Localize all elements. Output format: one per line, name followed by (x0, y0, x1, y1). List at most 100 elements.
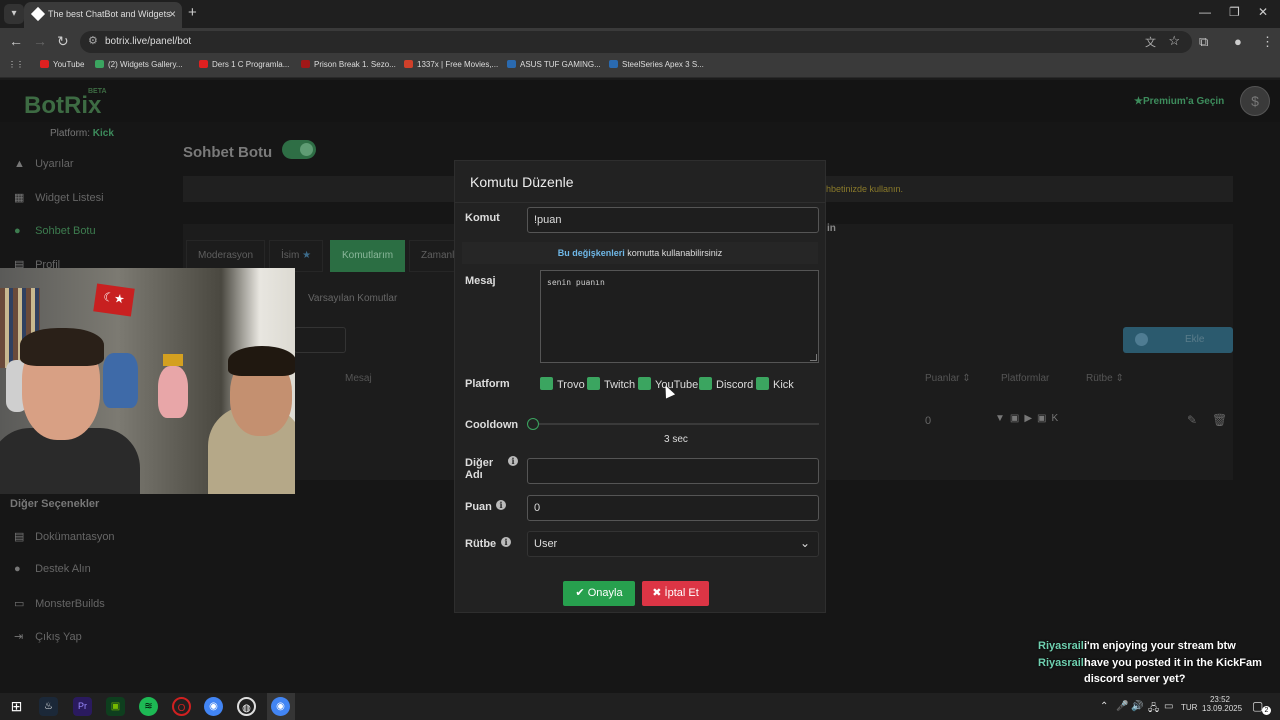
cooldown-label: Cooldown (465, 419, 519, 431)
chrome-icon[interactable]: ◉ (271, 697, 290, 716)
site-icon (609, 60, 618, 68)
bot-enabled-toggle[interactable] (282, 140, 316, 159)
cancel-button[interactable]: ✖ İptal Et (642, 581, 709, 606)
language-indicator[interactable]: TUR (1181, 703, 1197, 712)
bookmark-item[interactable]: Prison Break 1. Sezo... (301, 60, 396, 69)
confirm-button[interactable]: ✔ Onayla (563, 581, 635, 606)
sidebar-item-monsterbuilds[interactable]: ▭ MonsterBuilds (14, 597, 105, 610)
turkish-flag (93, 283, 135, 317)
premiere-icon[interactable]: Pr (73, 697, 92, 716)
sidebar-item-sohbet-botu[interactable]: ● Sohbet Botu (14, 225, 96, 237)
network-icon[interactable]: 🖧 (1148, 701, 1159, 718)
tab-default-commands[interactable]: Varsayılan Komutlar (308, 293, 397, 304)
info-icon[interactable]: i (496, 500, 506, 510)
checkbox-checked-icon (699, 377, 712, 390)
steam-icon[interactable]: ♨ (39, 697, 58, 716)
list-icon: ▦ (14, 192, 25, 204)
avatar[interactable]: $ (1240, 86, 1270, 116)
tab-search-button[interactable]: ▾ (4, 4, 24, 24)
youtube-icon (40, 60, 49, 68)
sidebar-item-cikis[interactable]: ⇥ Çıkış Yap (14, 630, 82, 643)
column-header-message: Mesaj (345, 373, 372, 384)
extensions-icon[interactable]: ⧉ (1199, 34, 1208, 50)
back-icon[interactable]: ← (9, 33, 23, 49)
rank-select[interactable]: User ⌄ (527, 531, 819, 557)
points-input[interactable]: 0 (527, 495, 819, 521)
premium-link[interactable]: ★Premium'a Geçin (1134, 96, 1224, 107)
spotify-icon[interactable]: ≋ (139, 697, 158, 716)
info-icon[interactable]: i (501, 537, 511, 547)
app-header: BotRix BETA ★Premium'a Geçin $ (0, 80, 1280, 122)
column-header-points[interactable]: Puanlar ⇕ (925, 373, 971, 384)
bookmark-star-icon[interactable]: ☆ (1168, 33, 1180, 49)
add-command-button[interactable]: Ekle (1123, 327, 1233, 353)
edit-icon[interactable]: ✎ (1187, 413, 1197, 427)
robot-icon: ● (14, 225, 21, 237)
platform-checkbox-discord[interactable]: Discord (699, 377, 753, 391)
platform-checkbox-twitch[interactable]: Twitch (587, 377, 635, 391)
nvidia-icon[interactable]: ▣ (106, 697, 125, 716)
browser-tab-bar: ▾ The best ChatBot and Widgets × + — ❐ ✕ (0, 0, 1280, 28)
url-text[interactable]: botrix.live/panel/bot (105, 36, 191, 47)
sidebar-item-destek[interactable]: ● Destek Alın (14, 563, 91, 575)
browser-toolbar: ← → ↻ ⚙ botrix.live/panel/bot 文 ☆ (0, 28, 1280, 56)
variables-link[interactable]: Bu değişkenleri (558, 248, 625, 258)
display-icon[interactable]: ▭ (1164, 701, 1173, 712)
bookmark-item[interactable]: YouTube (40, 60, 84, 69)
sidebar-item-dokumantasyon[interactable]: ▤ Dokümantasyon (14, 530, 115, 543)
bookmarks-bar: ⋮⋮ YouTube (2) Widgets Gallery... Ders 1… (0, 56, 1280, 78)
close-window-icon[interactable]: ✕ (1258, 5, 1268, 19)
translate-icon[interactable]: 文 (1145, 34, 1156, 50)
restore-icon[interactable]: ❐ (1229, 5, 1240, 19)
tray-chevron-icon[interactable]: ⌃ (1100, 701, 1108, 712)
notifications-icon[interactable]: ▢ 2 (1252, 699, 1271, 715)
cooldown-slider-thumb[interactable] (527, 418, 539, 430)
address-bar[interactable]: ⚙ botrix.live/panel/bot 文 ☆ (80, 31, 1192, 53)
close-tab-icon[interactable]: × (169, 2, 176, 26)
info-icon[interactable]: i (508, 456, 518, 466)
apps-icon[interactable]: ⋮⋮ (8, 60, 24, 69)
modal-title: Komutu Düzenle (470, 174, 574, 190)
help-icon: ● (14, 563, 21, 575)
browser-tab[interactable]: The best ChatBot and Widgets × (24, 2, 182, 28)
chat-username: Riyasrail (1038, 657, 1084, 669)
reload-icon[interactable]: ↻ (57, 33, 69, 50)
sidebar-item-uyarilar[interactable]: ▲ Uyarılar (14, 158, 74, 170)
alias-input[interactable] (527, 458, 819, 484)
windows-taskbar (0, 693, 1280, 720)
bookmark-item[interactable]: 1337x | Free Movies,... (404, 60, 498, 69)
new-tab-button[interactable]: + (188, 4, 197, 21)
doll-crown (163, 354, 183, 366)
opera-icon[interactable]: O (172, 697, 191, 716)
cooldown-slider-track[interactable] (533, 423, 819, 425)
site-info-icon[interactable]: ⚙ (88, 34, 98, 47)
minimize-icon[interactable]: — (1199, 5, 1211, 19)
platform-checkbox-trovo[interactable]: Trovo (540, 377, 585, 391)
column-header-rank[interactable]: Rütbe ⇕ (1086, 373, 1124, 384)
windows-start-icon[interactable]: ⊞ (7, 697, 26, 716)
bookmark-item[interactable]: SteelSeries Apex 3 S... (609, 60, 704, 69)
bookmark-item[interactable]: (2) Widgets Gallery... (95, 60, 183, 69)
forward-icon[interactable]: → (33, 33, 47, 49)
chrome-icon[interactable]: ◉ (204, 697, 223, 716)
profile-icon[interactable]: ● (1234, 34, 1242, 49)
message-textarea[interactable]: senin puanın (540, 270, 819, 363)
app-logo[interactable]: BotRix (24, 92, 101, 120)
command-label: Komut (465, 212, 500, 224)
bookmark-item[interactable]: ASUS TUF GAMING... (507, 60, 601, 69)
tab-zamanlayici[interactable]: Zamanl (409, 240, 455, 272)
clock[interactable]: 23:52 13.09.2025 (1202, 695, 1242, 713)
menu-icon[interactable]: ⋮ (1261, 34, 1274, 50)
obs-icon[interactable]: ◍ (237, 697, 256, 716)
volume-icon[interactable]: 🔊 (1131, 701, 1143, 712)
command-input[interactable]: !puan (527, 207, 819, 233)
document-icon: ▤ (14, 531, 25, 543)
microphone-icon[interactable]: 🎤 (1116, 701, 1128, 712)
search-input[interactable] (294, 327, 346, 353)
platform-checkbox-kick[interactable]: Kick (756, 377, 794, 391)
delete-icon[interactable]: 🗑 (1212, 413, 1227, 427)
bookmark-item[interactable]: Ders 1 C Programla... (199, 60, 289, 69)
sidebar-item-widget-listesi[interactable]: ▦ Widget Listesi (14, 191, 104, 204)
tab-komutlarim[interactable]: Komutlarım (330, 240, 406, 272)
toy-figure (103, 353, 138, 408)
